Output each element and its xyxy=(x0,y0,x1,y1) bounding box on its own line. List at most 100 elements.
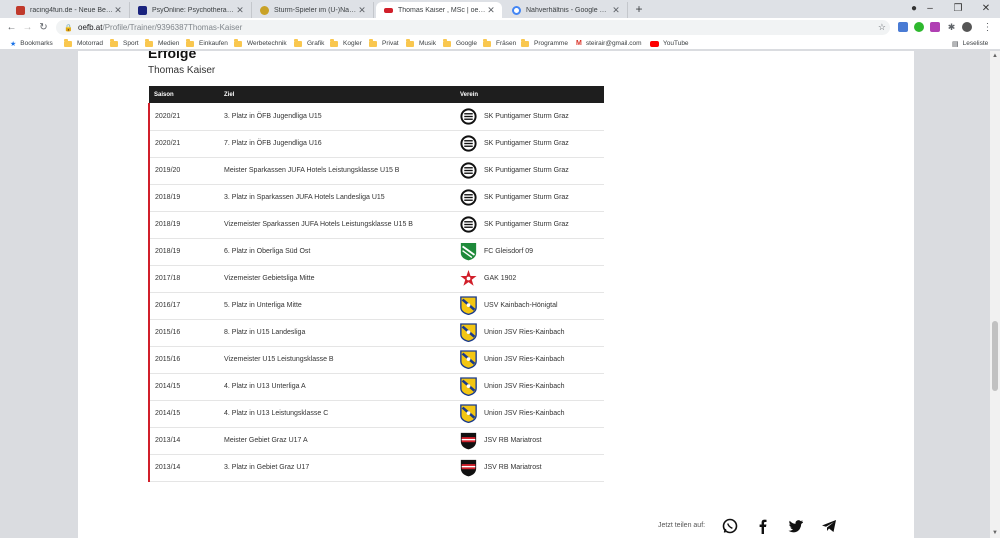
club-crest-icon[interactable] xyxy=(460,134,477,153)
club-crest-icon[interactable] xyxy=(460,323,477,343)
bookmark-kogler[interactable]: Kogler xyxy=(330,38,362,49)
green-extension-icon[interactable] xyxy=(914,22,924,32)
reading-list-icon: ▤ xyxy=(952,40,959,48)
column-header-club: Verein xyxy=(460,91,479,98)
bookmark-motorrad[interactable]: Motorrad xyxy=(64,38,103,49)
tab-label: Thomas Kaiser , MSc | oefb.at xyxy=(398,6,486,14)
club-name[interactable]: SK Puntigamer Sturm Graz xyxy=(484,167,569,174)
bookmark-programme[interactable]: Programme xyxy=(521,38,568,49)
club-cell: SK Puntigamer Sturm Graz xyxy=(455,130,604,157)
minimize-button[interactable]: – xyxy=(916,0,944,18)
restore-button[interactable]: ❐ xyxy=(944,0,972,18)
facebook-icon[interactable] xyxy=(754,517,771,534)
club-name[interactable]: GAK 1902 xyxy=(484,275,516,282)
page-scrollbar[interactable]: ▲ ▼ xyxy=(990,51,1000,538)
whatsapp-icon[interactable] xyxy=(721,517,738,534)
bookmark-werbetechnik[interactable]: Werbetechnik xyxy=(234,38,287,49)
scroll-down-icon[interactable]: ▼ xyxy=(990,528,1000,538)
scrollbar-thumb[interactable] xyxy=(992,321,998,391)
close-icon[interactable]: ✕ xyxy=(486,5,496,16)
table-row: 2020/21 7. Platz in ÖFB Jugendliga U16 SK … xyxy=(148,130,604,157)
club-cell: FC Gleisdorf 09 xyxy=(455,238,604,265)
bookmark-privat[interactable]: Privat xyxy=(369,38,399,49)
goal-cell: 7. Platz in ÖFB Jugendliga U16 xyxy=(224,140,322,147)
close-icon[interactable]: ✕ xyxy=(235,5,245,16)
back-arrow-icon[interactable]: ← xyxy=(4,20,19,35)
club-crest-icon[interactable] xyxy=(460,377,477,397)
club-crest-icon[interactable] xyxy=(460,350,477,370)
club-name[interactable]: SK Puntigamer Sturm Graz xyxy=(484,221,569,228)
bookmark-musik[interactable]: Musik xyxy=(406,38,436,49)
bookmark-grafik[interactable]: Grafik xyxy=(294,38,324,49)
achievements-table: Saison Ziel Verein 2020/21 3. Platz in ÖF… xyxy=(148,86,604,482)
translate-extension-icon[interactable] xyxy=(898,22,908,32)
club-crest-icon[interactable] xyxy=(460,458,477,477)
club-crest-icon[interactable] xyxy=(460,296,477,316)
club-crest-icon[interactable] xyxy=(460,242,477,261)
season-cell: 2015/16 xyxy=(148,319,219,346)
new-tab-button[interactable]: + xyxy=(632,2,646,16)
bookmark-sport[interactable]: Sport xyxy=(110,38,139,49)
bookmark-bookmarks[interactable]: ★ Bookmarks xyxy=(10,38,53,49)
club-name[interactable]: Union JSV Ries-Kainbach xyxy=(484,329,565,336)
telegram-icon[interactable] xyxy=(820,517,837,534)
profile-avatar[interactable] xyxy=(962,22,972,32)
tab-psyonline[interactable]: PsyOnline: Psychotherapie in Gr... ✕ xyxy=(130,2,252,18)
club-name[interactable]: SK Puntigamer Sturm Graz xyxy=(484,113,569,120)
close-icon[interactable]: ✕ xyxy=(611,5,621,16)
reload-icon[interactable]: ↻ xyxy=(36,20,51,35)
goal-cell: Vizemeister U15 Leistungsklasse B xyxy=(224,356,334,363)
club-name[interactable]: FC Gleisdorf 09 xyxy=(484,248,533,255)
close-icon[interactable]: ✕ xyxy=(357,5,367,16)
club-name[interactable]: SK Puntigamer Sturm Graz xyxy=(484,194,569,201)
address-bar[interactable]: 🔒 oefb.at/Profile/Trainer/9396387Thomas-… xyxy=(56,20,890,35)
bookmark-fraesen[interactable]: Fräsen xyxy=(483,38,516,49)
table-row: 2013/14 3. Platz in Gebiet Graz U17 JSV RB… xyxy=(148,454,604,481)
club-crest-icon[interactable] xyxy=(460,431,477,450)
tab-racing4fun[interactable]: racing4fun.de - Neue Beiträge ✕ xyxy=(8,2,130,18)
club-crest-icon[interactable] xyxy=(460,404,477,424)
page-subtitle: Thomas Kaiser xyxy=(148,65,216,76)
url-host: oefb.at xyxy=(78,23,103,32)
club-name[interactable]: USV Kainbach-Hönigtal xyxy=(484,302,558,309)
forward-arrow-icon[interactable]: → xyxy=(20,20,35,35)
window-close-button[interactable]: ✕ xyxy=(972,0,1000,18)
club-name[interactable]: JSV RB Mariatrost xyxy=(484,464,542,471)
scroll-up-icon[interactable]: ▲ xyxy=(990,51,1000,61)
bookmark-google[interactable]: Google xyxy=(443,38,477,49)
club-name[interactable]: Union JSV Ries-Kainbach xyxy=(484,410,565,417)
purple-extension-icon[interactable] xyxy=(930,22,940,32)
club-name[interactable]: JSV RB Mariatrost xyxy=(484,437,542,444)
bookmark-youtube[interactable]: YouTube xyxy=(650,38,689,49)
club-crest-icon[interactable] xyxy=(460,269,477,288)
close-icon[interactable]: ✕ xyxy=(113,5,123,16)
club-cell: JSV RB Mariatrost xyxy=(455,427,604,454)
club-crest-icon[interactable] xyxy=(460,188,477,207)
tab-google[interactable]: Nahverhältnis - Google Suche ✕ xyxy=(504,2,628,18)
racing4fun-favicon-icon xyxy=(16,5,25,15)
bookmark-gmail[interactable]: Msteirair@gmail.com xyxy=(576,38,642,49)
tab-strip: racing4fun.de - Neue Beiträge ✕ PsyOnlin… xyxy=(0,0,1000,18)
season-cell: 2015/16 xyxy=(148,346,219,373)
bookmark-einkaufen[interactable]: Einkaufen xyxy=(186,38,228,49)
menu-kebab-icon[interactable]: ⋮ xyxy=(980,20,995,35)
bookmark-medien[interactable]: Medien xyxy=(145,38,179,49)
tab-oefb[interactable]: Thomas Kaiser , MSc | oefb.at ✕ xyxy=(376,2,502,18)
season-cell: 2014/15 xyxy=(148,373,219,400)
puzzle-extensions-icon[interactable]: ✱ xyxy=(944,20,959,35)
bookmark-star-icon[interactable]: ☆ xyxy=(878,20,886,35)
table-row: 2013/14 Meister Gebiet Graz U17 A JSV RB M… xyxy=(148,427,604,454)
folder-icon xyxy=(483,39,491,47)
table-row: 2015/16 8. Platz in U15 Landesliga Union J… xyxy=(148,319,604,346)
club-crest-icon[interactable] xyxy=(460,107,477,126)
folder-icon xyxy=(110,39,118,47)
psyonline-favicon-icon xyxy=(138,5,147,15)
reading-list[interactable]: ▤ Leseliste xyxy=(952,38,988,49)
club-crest-icon[interactable] xyxy=(460,161,477,180)
club-name[interactable]: Union JSV Ries-Kainbach xyxy=(484,356,565,363)
club-crest-icon[interactable] xyxy=(460,215,477,234)
club-name[interactable]: Union JSV Ries-Kainbach xyxy=(484,383,565,390)
twitter-icon[interactable] xyxy=(787,517,804,534)
tab-sturm[interactable]: Sturm-Spieler im (U-)Nationalte... ✕ xyxy=(252,2,374,18)
club-name[interactable]: SK Puntigamer Sturm Graz xyxy=(484,140,569,147)
